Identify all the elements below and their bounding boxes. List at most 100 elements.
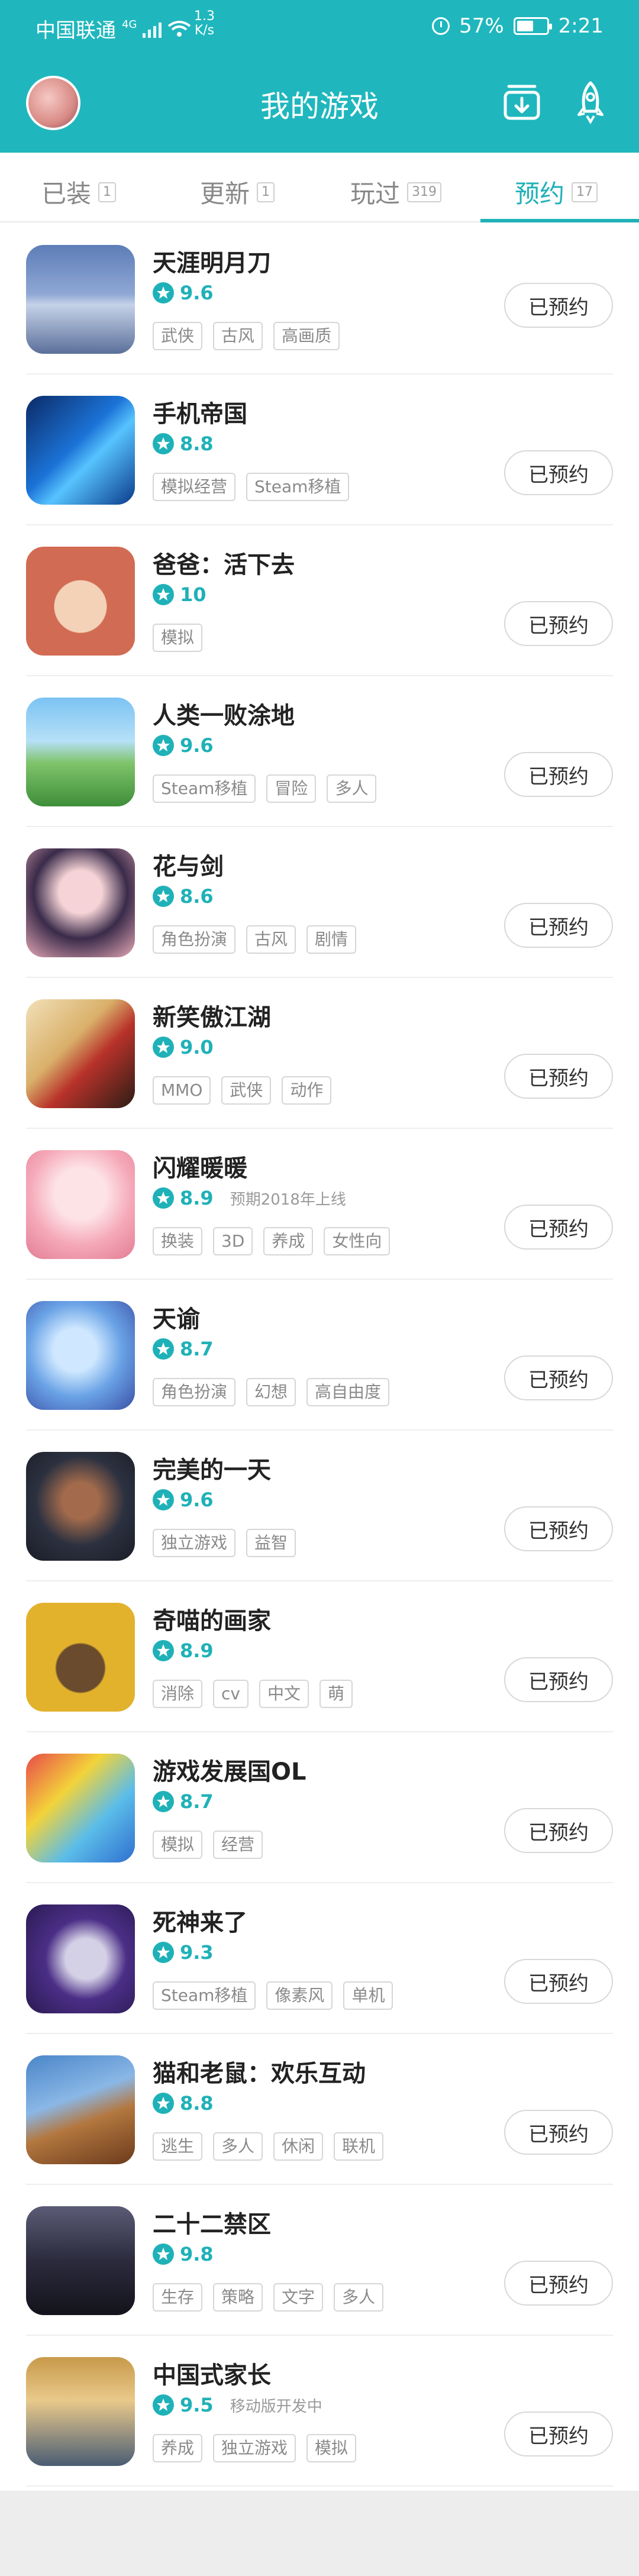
reserved-button[interactable]: 已预约 [504, 752, 613, 797]
reserved-button[interactable]: 已预约 [504, 1054, 613, 1099]
game-name[interactable]: 花与剑 [153, 847, 224, 882]
game-name[interactable]: 手机帝国 [153, 395, 247, 429]
tab-played[interactable]: 玩过 319 [350, 174, 442, 210]
game-tag[interactable]: 模拟 [153, 1831, 203, 1859]
reserved-button[interactable]: 已预约 [504, 2412, 613, 2456]
game-icon[interactable] [26, 245, 135, 354]
game-name[interactable]: 中国式家长 [153, 2356, 271, 2390]
reserved-button[interactable]: 已预约 [504, 601, 613, 646]
game-tag[interactable]: 消除 [153, 1680, 203, 1708]
game-tag[interactable]: 换装 [153, 1227, 203, 1255]
reserved-button[interactable]: 已预约 [504, 1808, 613, 1853]
game-tag[interactable]: 角色扮演 [153, 1378, 236, 1406]
game-list-item[interactable]: 新笑傲江湖 9.0 MMO 武侠 动作 已预约 [0, 978, 639, 1129]
game-tag[interactable]: 萌 [320, 1680, 353, 1708]
reserved-button[interactable]: 已预约 [504, 283, 613, 328]
game-tag[interactable]: 休闲 [273, 2132, 324, 2161]
reserved-button[interactable]: 已预约 [504, 2261, 613, 2306]
game-tag[interactable]: 多人 [327, 774, 377, 803]
game-tag[interactable]: 逃生 [153, 2132, 203, 2161]
game-tag[interactable]: 角色扮演 [153, 925, 236, 954]
game-list-item[interactable]: 人类一败涂地 9.6 Steam移植 冒险 多人 已预约 [0, 676, 639, 827]
game-tag[interactable]: 文字 [273, 2283, 324, 2312]
game-list-item[interactable]: 死神来了 9.3 Steam移植 像素风 单机 已预约 [0, 1883, 639, 2034]
game-tag[interactable]: 中文 [259, 1680, 309, 1708]
game-name[interactable]: 猫和老鼠：欢乐互动 [153, 2054, 366, 2088]
game-tag[interactable]: 幻想 [246, 1378, 296, 1406]
tab-installed[interactable]: 已装 1 [41, 174, 117, 210]
game-tag[interactable]: 像素风 [266, 1981, 333, 2010]
game-tag[interactable]: 模拟经营 [153, 473, 236, 501]
game-list-item[interactable]: 天涯明月刀 9.6 武侠 古风 高画质 已预约 [0, 224, 639, 375]
game-name[interactable]: 游戏发展国OL [153, 1752, 306, 1787]
game-tag[interactable]: 剧情 [306, 925, 357, 954]
game-icon[interactable] [26, 1301, 135, 1410]
game-icon[interactable] [26, 999, 135, 1108]
game-tag[interactable]: 高自由度 [306, 1378, 390, 1406]
game-name[interactable]: 闪耀暖暖 [153, 1149, 247, 1183]
game-icon[interactable] [26, 1150, 135, 1259]
game-tag[interactable]: 女性向 [324, 1227, 390, 1255]
game-tag[interactable]: 独立游戏 [213, 2434, 296, 2462]
game-tag[interactable]: 联机 [334, 2132, 384, 2161]
reserved-button[interactable]: 已预约 [504, 1506, 613, 1551]
game-list-item[interactable]: 猫和老鼠：欢乐互动 8.8 逃生 多人 休闲 联机 已预约 [0, 2034, 639, 2185]
game-icon[interactable] [26, 848, 135, 957]
tab-reserved[interactable]: 预约 17 [515, 174, 598, 210]
game-name[interactable]: 死神来了 [153, 1903, 247, 1938]
game-tag[interactable]: 模拟 [306, 2434, 357, 2462]
reserved-button[interactable]: 已预约 [504, 1959, 613, 2004]
reserved-button[interactable]: 已预约 [504, 1657, 613, 1702]
reserved-button[interactable]: 已预约 [504, 903, 613, 948]
game-icon[interactable] [26, 698, 135, 806]
game-tag[interactable]: 经营 [213, 1831, 263, 1859]
game-tag[interactable]: 古风 [246, 925, 296, 954]
game-tag[interactable]: 益智 [246, 1529, 296, 1557]
game-icon[interactable] [26, 1904, 135, 2013]
game-tag[interactable]: 生存 [153, 2283, 203, 2312]
game-tag[interactable]: Steam移植 [246, 473, 350, 501]
game-tag[interactable]: 单机 [343, 1981, 393, 2010]
game-list-item[interactable]: 手机帝国 8.8 模拟经营 Steam移植 已预约 [0, 375, 639, 525]
reserved-button[interactable]: 已预约 [504, 2110, 613, 2155]
game-tag[interactable]: 高画质 [273, 322, 340, 350]
reserved-button[interactable]: 已预约 [504, 1205, 613, 1250]
reserved-button[interactable]: 已预约 [504, 450, 613, 495]
game-name[interactable]: 爸爸：活下去 [153, 545, 295, 580]
game-tag[interactable]: Steam移植 [153, 774, 256, 803]
game-list-item[interactable]: 游戏发展国OL 8.7 模拟 经营 已预约 [0, 1732, 639, 1883]
game-tag[interactable]: 武侠 [221, 1076, 272, 1105]
game-name[interactable]: 天涯明月刀 [153, 244, 271, 278]
game-tag[interactable]: 冒险 [266, 774, 317, 803]
game-icon[interactable] [26, 1452, 135, 1561]
game-tag[interactable]: 独立游戏 [153, 1529, 236, 1557]
game-tag[interactable]: 策略 [213, 2283, 263, 2312]
game-icon[interactable] [26, 547, 135, 656]
game-name[interactable]: 新笑傲江湖 [153, 998, 271, 1032]
game-tag[interactable]: 武侠 [153, 322, 203, 350]
game-tag[interactable]: Steam移植 [153, 1981, 256, 2010]
game-list-item[interactable]: 完美的一天 9.6 独立游戏 益智 已预约 [0, 1431, 639, 1581]
game-tag[interactable]: 模拟 [153, 624, 203, 652]
game-tag[interactable]: 多人 [213, 2132, 263, 2161]
reserved-button[interactable]: 已预约 [504, 1355, 613, 1400]
game-icon[interactable] [26, 2206, 135, 2315]
game-tag[interactable]: 多人 [334, 2283, 384, 2312]
game-list-item[interactable]: 闪耀暖暖 8.9 预期2018年上线 换装 3D 养成 女性向 已预约 [0, 1129, 639, 1280]
game-tag[interactable]: MMO [153, 1076, 211, 1105]
tab-updates[interactable]: 更新 1 [200, 174, 275, 210]
game-name[interactable]: 完美的一天 [153, 1451, 271, 1485]
game-tag[interactable]: 古风 [213, 322, 263, 350]
game-name[interactable]: 天谕 [153, 1300, 200, 1334]
game-icon[interactable] [26, 1603, 135, 1712]
game-tag[interactable]: 养成 [263, 1227, 314, 1255]
game-list-item[interactable]: 爸爸：活下去 10 模拟 已预约 [0, 525, 639, 676]
game-list-item[interactable]: 奇喵的画家 8.9 消除 cv 中文萌 已预约 [0, 1581, 639, 1732]
game-icon[interactable] [26, 1754, 135, 1862]
game-icon[interactable] [26, 396, 135, 505]
game-icon[interactable] [26, 2357, 135, 2466]
download-icon[interactable] [499, 79, 544, 124]
game-name[interactable]: 奇喵的画家 [153, 1602, 271, 1636]
game-tag[interactable]: 3D [213, 1227, 253, 1255]
game-tag[interactable]: 养成 [153, 2434, 203, 2462]
